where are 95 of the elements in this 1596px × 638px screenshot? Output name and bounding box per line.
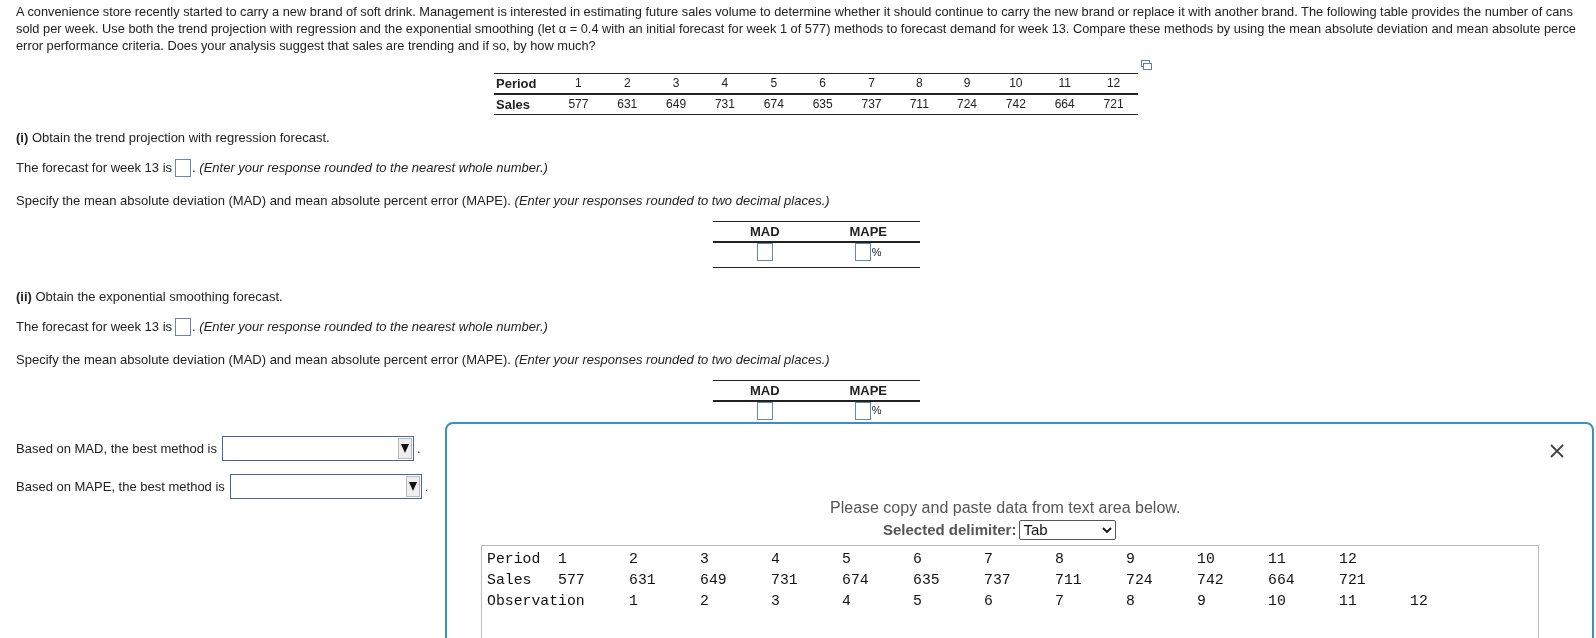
table-cell: 742 [991, 94, 1041, 115]
table-cell: 635 [798, 94, 848, 115]
table-cell: 577 [554, 94, 603, 115]
table-cell: 8 [895, 73, 943, 94]
table-cell: 711 [895, 94, 943, 115]
data-value: 7 [1055, 592, 1065, 611]
data-value: 649 [700, 571, 728, 590]
table-cell: 11 [1040, 73, 1090, 94]
data-text-area[interactable]: Period 1 2 3 4 5 6 7 8 9 10 11 12 Sales 577 631 649 731 674 635 737 711 724 742 664 721 Observation 1 2 3 4 5 6 7 8 9 10 11 12 [481, 545, 1539, 638]
data-value: 577 [558, 571, 586, 590]
table-cell: 10 [991, 73, 1041, 94]
problem-text: error performance criteria. Does your analysis suggest that sales are trending and if so, by how much? [16, 37, 596, 54]
data-value: 2 [700, 592, 710, 611]
data-value: 6 [984, 592, 994, 611]
data-value: 11 [1268, 550, 1287, 569]
section-heading: (i) Obtain the trend projection with regression forecast. [16, 129, 331, 146]
question-text: Specify the mean absolute deviation (MAD) and mean absolute percent error (MAPE). (Enter your responses rounded to two decimal places.) [16, 192, 831, 209]
question-text: The forecast for week 13 is [16, 159, 173, 178]
data-value: 635 [913, 571, 941, 590]
table-cell: 721 [1089, 94, 1138, 115]
question-text: Based on MAPE, the best method is [16, 477, 225, 496]
data-value: 742 [1197, 571, 1225, 590]
period-mark: . [416, 439, 421, 458]
table-cell: 4 [700, 73, 750, 94]
data-value: 6 [913, 550, 923, 569]
data-value: Period [487, 550, 542, 569]
data-value: 731 [771, 571, 799, 590]
data-value: 737 [984, 571, 1012, 590]
data-value: 11 [1339, 592, 1358, 611]
row-header: Period [494, 73, 554, 94]
data-value: 721 [1339, 571, 1367, 590]
data-value: 674 [842, 571, 870, 590]
section-heading: (ii) Obtain the exponential smoothing forecast. [16, 287, 284, 305]
data-value: 7 [984, 550, 994, 569]
column-header: MAPE [816, 221, 920, 242]
question-text: The forecast for week 13 is [16, 317, 173, 336]
period-mark: . [424, 477, 429, 496]
table-cell: 12 [1089, 73, 1138, 94]
question-hint: . (Enter your response rounded to the nearest whole number.) [192, 159, 548, 178]
data-value: 8 [1055, 550, 1065, 569]
data-value: Observation [487, 592, 586, 611]
table-cell: 1 [554, 73, 603, 94]
percent-sign: % [871, 403, 882, 419]
data-value: 4 [771, 550, 781, 569]
question-text: Specify the mean absolute deviation (MAD) and mean absolute percent error (MAPE). (Enter your responses rounded to two decimal places.) [16, 350, 831, 368]
table-cell: 737 [847, 94, 896, 115]
method-dropdown[interactable] [221, 436, 414, 461]
data-value: 10 [1268, 592, 1287, 611]
table-cell: 5 [749, 73, 799, 94]
data-value: 5 [913, 592, 923, 611]
question-text: Based on MAD, the best method is [16, 439, 217, 458]
data-value: 631 [629, 571, 657, 590]
table-cell: 674 [749, 94, 799, 115]
data-value: 1 [629, 592, 639, 611]
data-value: 5 [842, 550, 852, 569]
table-cell: 649 [651, 94, 701, 115]
row-header: Sales [494, 94, 554, 115]
data-value: 3 [700, 550, 710, 569]
question-hint: . (Enter your response rounded to the nearest whole number.) [192, 317, 548, 336]
table-cell: 9 [942, 73, 992, 94]
table-cell: 664 [1040, 94, 1090, 115]
chevron-icon [1102, 526, 1113, 534]
data-value: 12 [1339, 550, 1358, 569]
data-value: 711 [1055, 571, 1083, 590]
close-icon[interactable] [1550, 444, 1564, 458]
column-header: MAD [713, 221, 817, 242]
data-value: 8 [1126, 592, 1136, 611]
column-header: MAD [713, 380, 817, 401]
table-cell: 724 [942, 94, 992, 115]
column-header: MAPE [816, 380, 920, 401]
data-value: 724 [1126, 571, 1154, 590]
data-value: 2 [629, 550, 639, 569]
percent-sign: % [871, 244, 882, 260]
data-value: Sales [487, 571, 533, 590]
data-value: 1 [558, 550, 568, 569]
method-dropdown[interactable] [229, 474, 422, 499]
delimiter-select[interactable]: Tab [1019, 520, 1117, 541]
data-value: 664 [1268, 571, 1296, 590]
problem-text: A convenience store recently started to carry a new brand of soft drink. Management is interested in estimating future sales volume to determine whether it should continue to carry the new brand or replace it with another brand. The following table provides the number of cans [16, 3, 1573, 20]
data-value: 12 [1410, 592, 1429, 611]
data-value: 9 [1126, 550, 1136, 569]
data-value: 3 [771, 592, 781, 611]
data-value: 10 [1197, 550, 1216, 569]
table-cell: 731 [700, 94, 750, 115]
table-cell: 7 [847, 73, 896, 94]
table-cell: 6 [798, 73, 848, 94]
data-value: 9 [1197, 592, 1207, 611]
table-cell: 3 [651, 73, 701, 94]
copy-icon[interactable] [1141, 60, 1152, 70]
data-value: 4 [842, 592, 852, 611]
field-label: Selected delimiter: [883, 520, 1017, 540]
table-cell: 631 [602, 94, 652, 115]
problem-text: sold per week. Use both the trend projection with regression and the exponential smoothing (let α = 0.4 with an initial forecast for week 1 of 577) methods to forecast demand for week 13. Compare these methods by using the mean absolute deviation and mean absolute perce [16, 20, 1576, 37]
table-cell: 2 [602, 73, 652, 94]
instruction-text: Please copy and paste data from text area below. [830, 498, 1181, 517]
